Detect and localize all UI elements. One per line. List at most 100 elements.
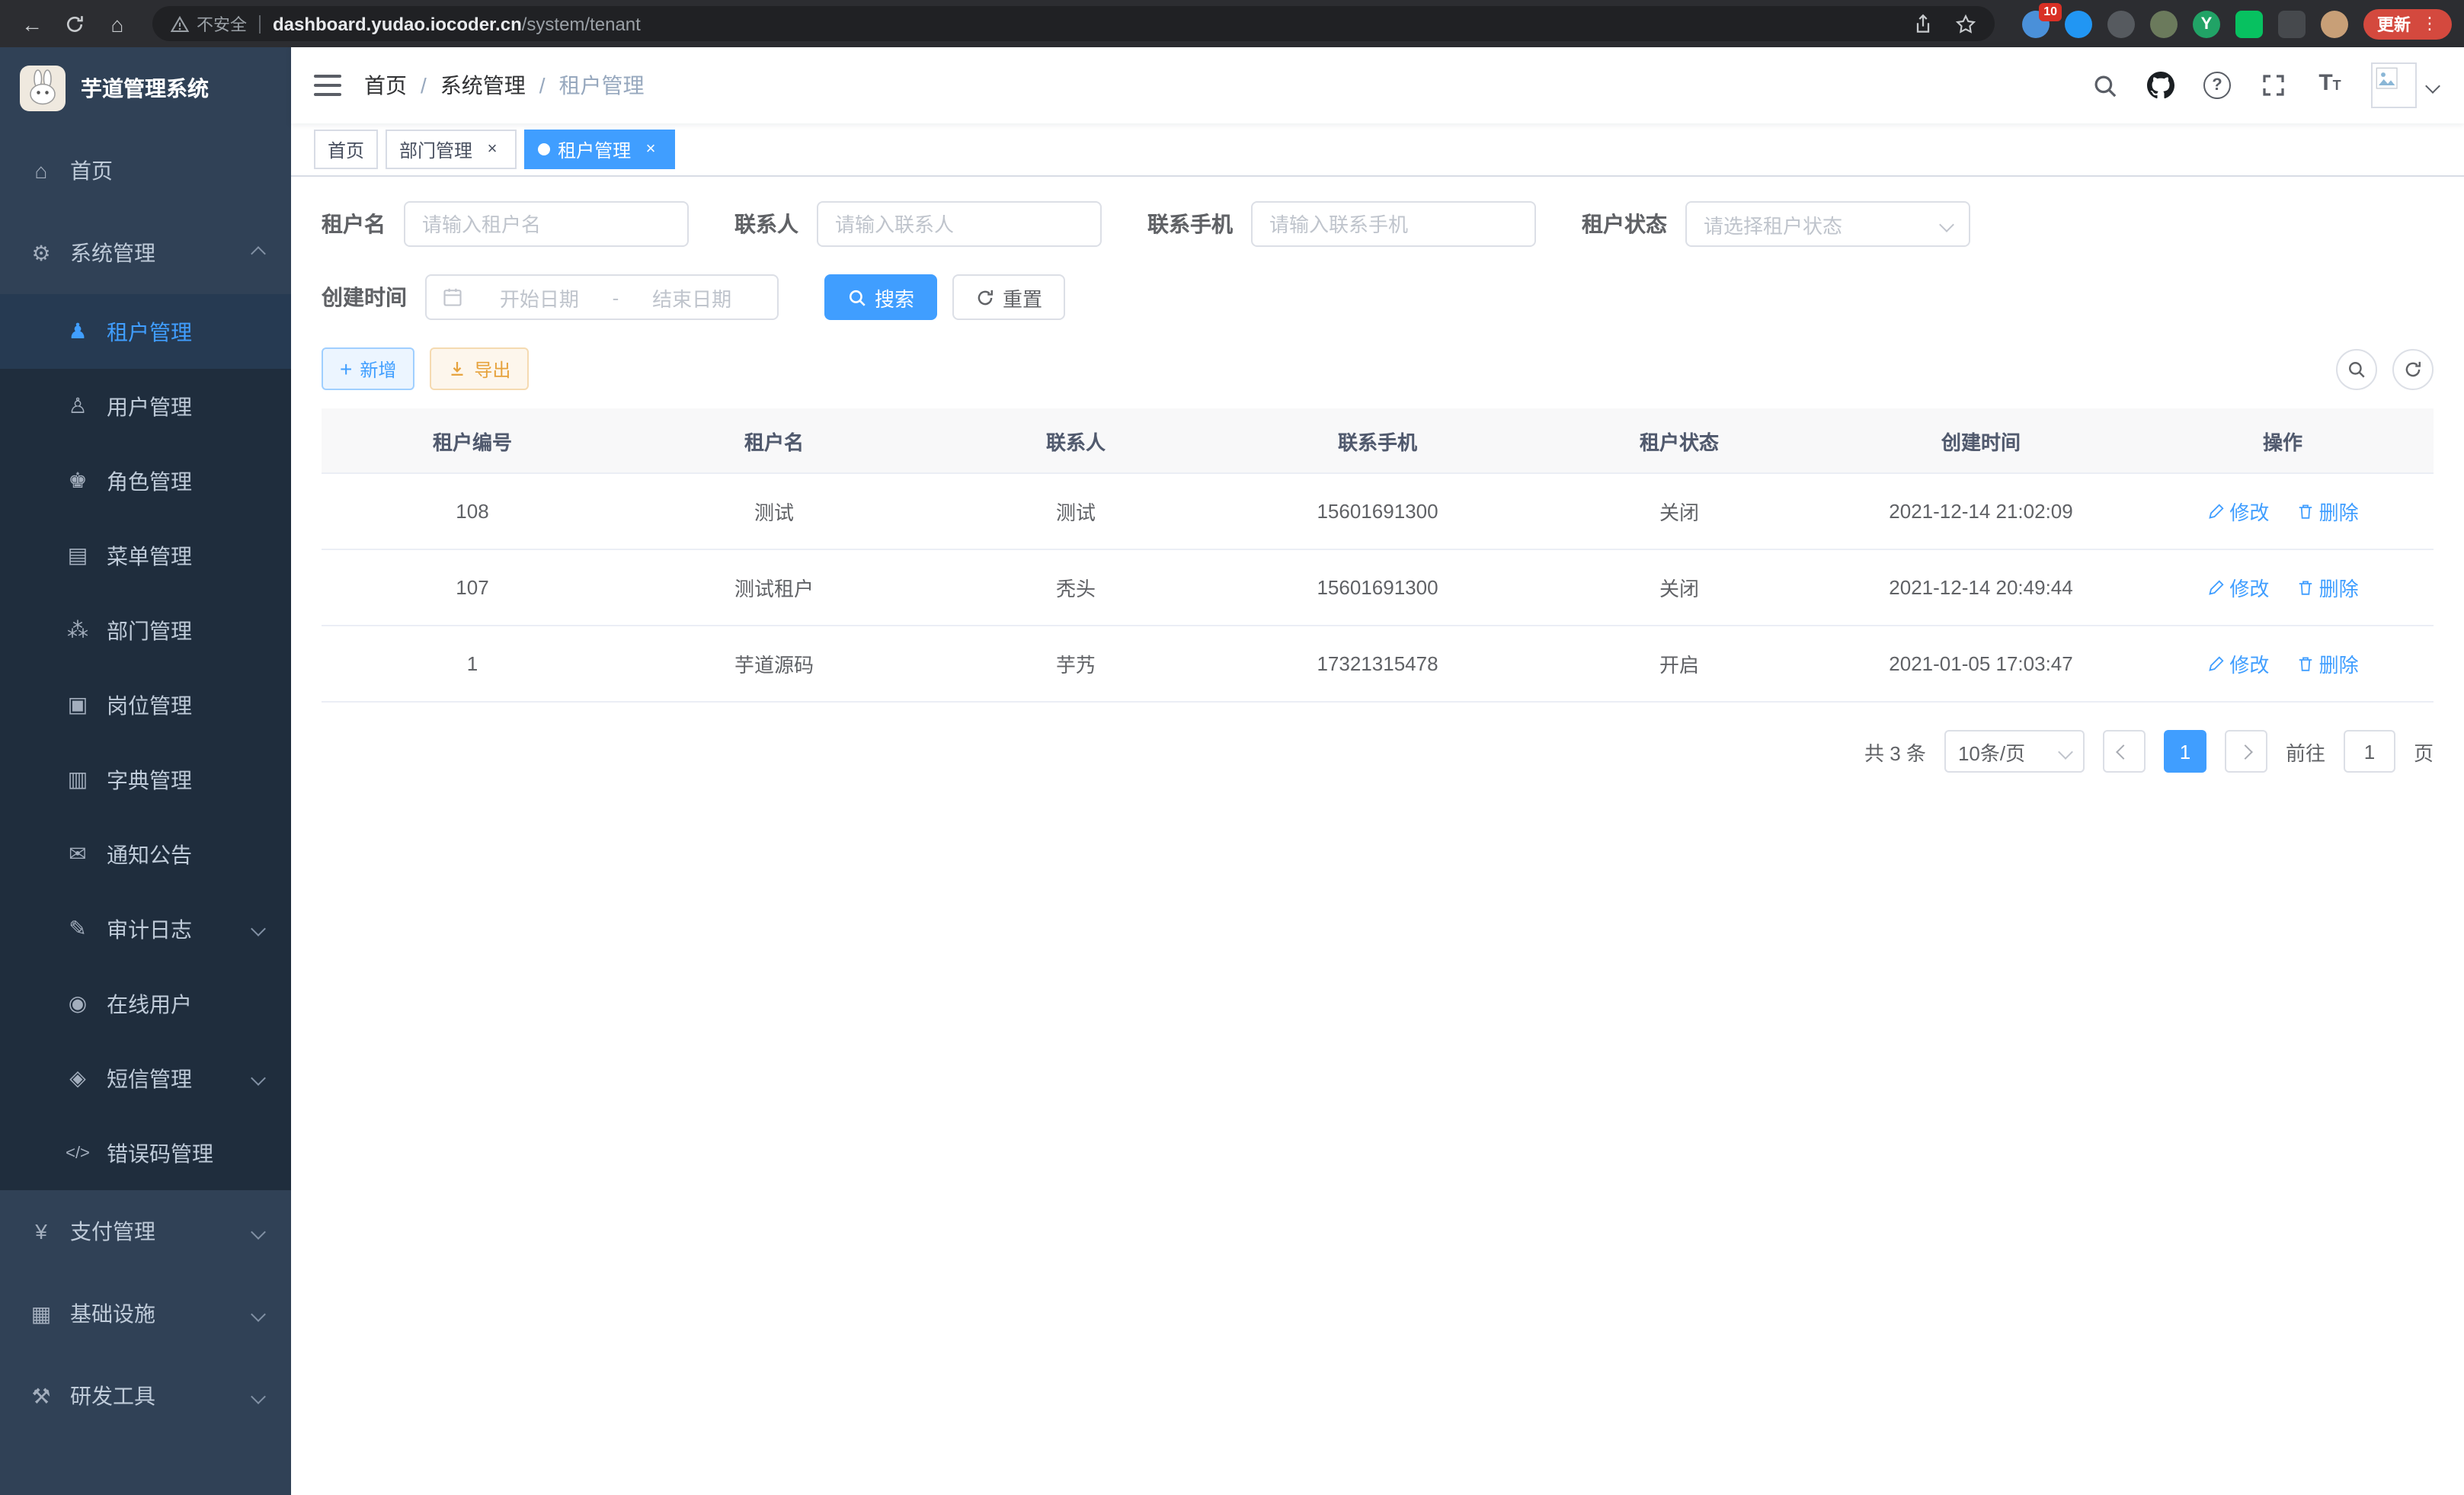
sidebar-item-infrastructure[interactable]: ▦ 基础设施 [0, 1273, 291, 1355]
breadcrumb-home[interactable]: 首页 [364, 70, 407, 101]
share-icon[interactable] [1912, 13, 1934, 34]
cell-tenant-name: 测试 [623, 473, 925, 549]
tenant-icon: ♟ [64, 319, 91, 344]
help-icon[interactable] [2202, 70, 2232, 101]
edit-link[interactable]: 修改 [2206, 649, 2269, 678]
browser-extension-icon-1[interactable]: 10 [2022, 10, 2050, 37]
reset-button[interactable]: 重置 [952, 274, 1065, 320]
sidebar-collapse-icon[interactable] [314, 75, 341, 96]
audit-log-icon: ✎ [64, 916, 91, 942]
app-frame: 芋道管理系统 ⌂ 首页 ⚙ 系统管理 ♟ 租户管理 ♙ 用户管 [0, 47, 2464, 1495]
page-number-1[interactable]: 1 [2164, 730, 2206, 773]
sidebar-item-home[interactable]: ⌂ 首页 [0, 130, 291, 212]
sidebar-item-dictionary[interactable]: ▥ 字典管理 [0, 742, 291, 817]
breadcrumb-current: 租户管理 [559, 70, 645, 101]
sidebar-item-notice[interactable]: ✉ 通知公告 [0, 817, 291, 892]
delete-link[interactable]: 删除 [2296, 649, 2359, 678]
logo[interactable]: 芋道管理系统 [0, 47, 291, 130]
browser-puzzle-extension-icon[interactable] [2278, 10, 2306, 37]
browser-update-button[interactable]: 更新 [2363, 8, 2452, 39]
browser-extension-icon-3[interactable] [2107, 10, 2135, 37]
sidebar-menu: ⌂ 首页 ⚙ 系统管理 ♟ 租户管理 ♙ 用户管理 ♚ [0, 130, 291, 1495]
github-icon[interactable] [2146, 70, 2176, 101]
tab-department[interactable]: 部门管理 [386, 130, 517, 169]
filter-row-2: 创建时间 开始日期 - 结束日期 搜索 [322, 274, 2434, 320]
create-time-range-picker[interactable]: 开始日期 - 结束日期 [425, 274, 779, 320]
table-row: 107 测试租户 秃头 15601691300 关闭 2021-12-14 20… [322, 549, 2434, 626]
home-icon: ⌂ [27, 158, 55, 183]
sidebar-item-user[interactable]: ♙ 用户管理 [0, 369, 291, 443]
bookmark-star-icon[interactable] [1955, 13, 1976, 34]
goto-page-input[interactable] [2344, 730, 2395, 773]
browser-extension-icon-5[interactable]: Y [2193, 10, 2220, 37]
chevron-down-icon [251, 1388, 266, 1404]
browser-extension-icon-2[interactable] [2065, 10, 2092, 37]
contact-phone-input[interactable] [1251, 201, 1536, 247]
toggle-search-button[interactable] [2336, 348, 2377, 389]
sidebar-item-sms[interactable]: ◈ 短信管理 [0, 1041, 291, 1116]
sidebar-item-menu[interactable]: ▤ 菜单管理 [0, 518, 291, 593]
edit-link[interactable]: 修改 [2206, 573, 2269, 602]
sidebar-item-post[interactable]: ▣ 岗位管理 [0, 667, 291, 742]
delete-link[interactable]: 删除 [2296, 497, 2359, 526]
sidebar-item-label: 通知公告 [107, 839, 192, 869]
font-size-icon[interactable]: TT [2315, 70, 2345, 101]
close-icon[interactable] [482, 139, 503, 160]
sidebar-item-payment[interactable]: ¥ 支付管理 [0, 1190, 291, 1273]
tenant-status-select[interactable]: 请选择租户状态 [1685, 201, 1970, 247]
refresh-table-button[interactable] [2392, 348, 2434, 389]
breadcrumb-section[interactable]: 系统管理 [440, 70, 526, 101]
sidebar-item-label: 岗位管理 [107, 690, 192, 720]
export-button[interactable]: 导出 [430, 347, 529, 390]
cell-tenant-id: 108 [322, 473, 623, 549]
browser-refresh-icon[interactable] [55, 5, 94, 42]
chevron-up-icon [251, 245, 266, 261]
sidebar-item-tenant[interactable]: ♟ 租户管理 [0, 294, 291, 369]
plus-icon [340, 357, 352, 380]
column-header: 租户状态 [1528, 408, 1830, 473]
sidebar-item-online-user[interactable]: ◉ 在线用户 [0, 966, 291, 1041]
chevron-left-icon [2117, 744, 2132, 759]
start-date-placeholder[interactable]: 开始日期 [469, 283, 610, 312]
delete-link[interactable]: 删除 [2296, 573, 2359, 602]
sidebar-item-audit-log[interactable]: ✎ 审计日志 [0, 892, 291, 966]
browser-extension-icon-4[interactable] [2150, 10, 2178, 37]
tab-tenant[interactable]: 租户管理 [524, 130, 675, 169]
contact-input[interactable] [817, 201, 1102, 247]
sidebar-item-label: 支付管理 [70, 1216, 155, 1247]
sidebar-item-role[interactable]: ♚ 角色管理 [0, 443, 291, 518]
sidebar-item-label: 租户管理 [107, 316, 192, 347]
chevron-down-icon [2058, 744, 2073, 759]
browser-profile-icon[interactable] [2321, 10, 2348, 37]
address-bar[interactable]: 不安全 dashboard.yudao.iocoder.cn/system/te… [152, 6, 1995, 41]
filter-contact: 联系人 [734, 201, 1102, 247]
browser-home-icon[interactable]: ⌂ [98, 5, 137, 42]
edit-link[interactable]: 修改 [2206, 497, 2269, 526]
add-button[interactable]: 新增 [322, 347, 414, 390]
avatar [2371, 62, 2417, 108]
user-avatar-menu[interactable] [2371, 62, 2441, 108]
security-warning[interactable]: 不安全 [171, 11, 247, 36]
end-date-placeholder[interactable]: 结束日期 [622, 283, 762, 312]
sidebar-item-label: 基础设施 [70, 1298, 155, 1329]
tab-home[interactable]: 首页 [314, 130, 378, 169]
browser-extension-icon-6[interactable] [2235, 10, 2263, 37]
browser-back-icon[interactable]: ← [12, 5, 52, 42]
next-page-button[interactable] [2225, 730, 2267, 773]
browser-menu-kebab-icon[interactable] [2421, 14, 2438, 34]
cell-tenant-name: 芋道源码 [623, 626, 925, 702]
fullscreen-icon[interactable] [2258, 70, 2289, 101]
field-label: 租户状态 [1582, 209, 1667, 239]
trash-icon [2296, 502, 2315, 520]
page-size-select[interactable]: 10条/页 [1944, 730, 2085, 773]
search-button[interactable]: 搜索 [824, 274, 937, 320]
sidebar-item-error-code[interactable]: </> 错误码管理 [0, 1116, 291, 1190]
sidebar-item-department[interactable]: ⁂ 部门管理 [0, 593, 291, 667]
tenant-name-input[interactable] [404, 201, 689, 247]
sidebar-item-devtools[interactable]: ⚒ 研发工具 [0, 1355, 291, 1437]
prev-page-button[interactable] [2103, 730, 2146, 773]
sidebar-item-system[interactable]: ⚙ 系统管理 [0, 212, 291, 294]
search-icon[interactable] [2089, 70, 2120, 101]
close-icon[interactable] [640, 139, 661, 160]
sidebar-item-label: 研发工具 [70, 1381, 155, 1411]
